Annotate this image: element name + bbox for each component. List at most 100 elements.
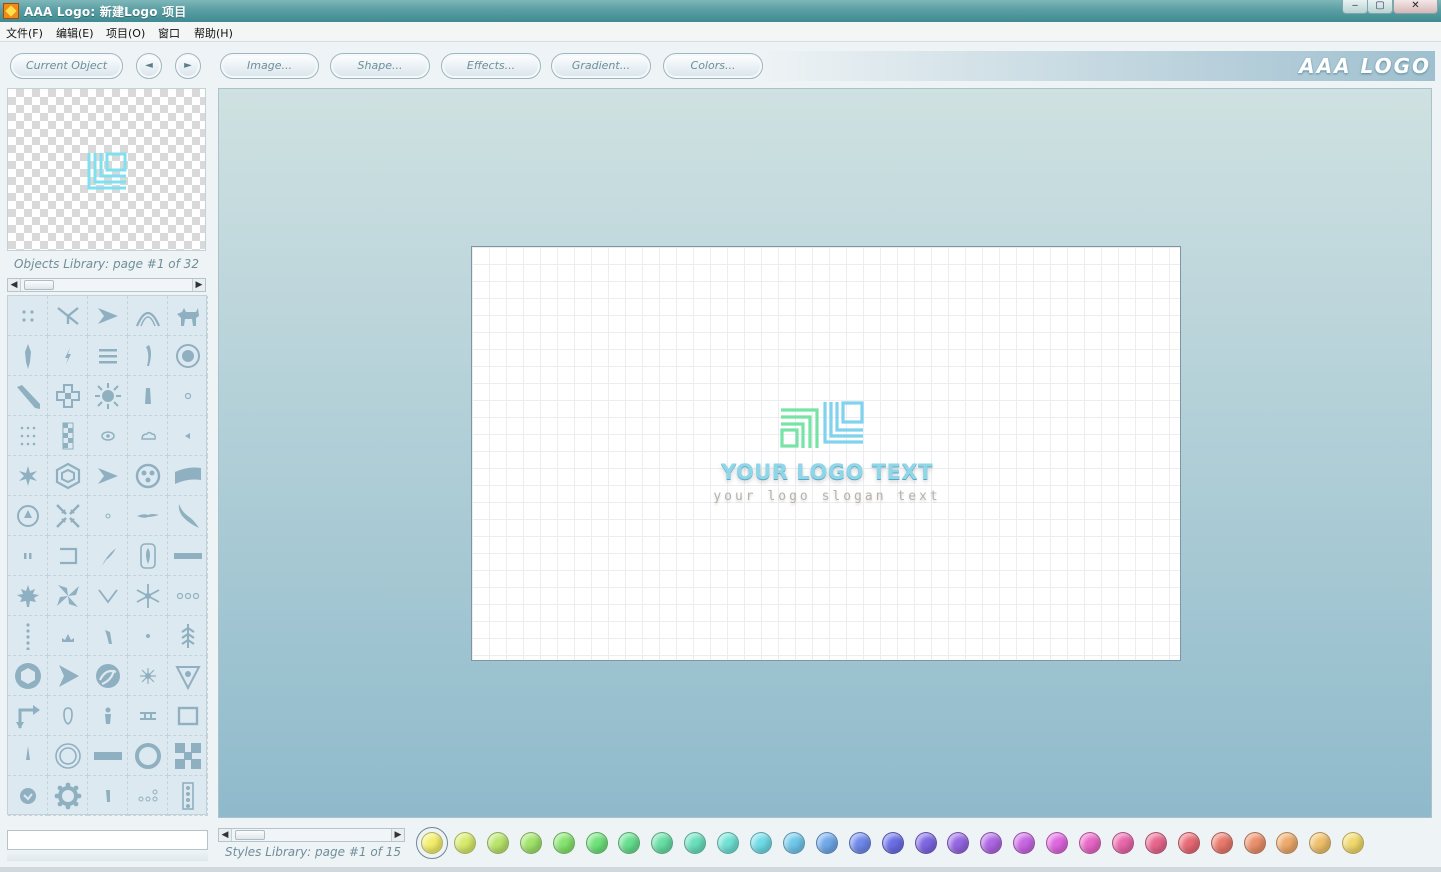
style-swatch[interactable] (1046, 832, 1069, 854)
library-object-cell[interactable] (8, 776, 48, 816)
object-name-input[interactable] (7, 830, 208, 850)
style-swatch[interactable] (1243, 832, 1266, 854)
library-object-cell[interactable] (88, 696, 128, 736)
library-object-cell[interactable] (8, 536, 48, 576)
library-object-cell[interactable] (88, 456, 128, 496)
library-object-cell[interactable] (48, 296, 88, 336)
scroll-thumb[interactable] (24, 280, 54, 290)
style-swatch[interactable] (1342, 832, 1365, 854)
library-object-cell[interactable] (88, 736, 128, 776)
styles-library-scrollbar[interactable]: ◀ ▶ (218, 828, 405, 842)
style-swatch[interactable] (486, 832, 509, 854)
library-object-cell[interactable] (88, 296, 128, 336)
library-object-cell[interactable] (168, 576, 208, 616)
library-object-cell[interactable] (8, 496, 48, 536)
library-object-cell[interactable] (8, 336, 48, 376)
style-swatch[interactable] (1276, 832, 1299, 854)
maximize-button[interactable]: ▢ (1367, 0, 1393, 14)
library-object-cell[interactable] (88, 776, 128, 816)
library-object-cell[interactable] (168, 736, 208, 776)
style-swatch[interactable] (453, 832, 476, 854)
current-object-button[interactable]: Current Object (10, 53, 123, 79)
library-object-cell[interactable] (88, 616, 128, 656)
next-object-button[interactable]: ► (175, 53, 201, 79)
library-object-cell[interactable] (48, 656, 88, 696)
library-object-cell[interactable] (128, 736, 168, 776)
library-object-cell[interactable] (88, 336, 128, 376)
style-swatch[interactable] (980, 832, 1003, 854)
logo-canvas[interactable]: YOUR LOGO TEXT your logo slogan text (471, 246, 1181, 661)
logo-mark-icon[interactable] (779, 400, 865, 450)
close-button[interactable]: ✕ (1393, 0, 1438, 14)
library-object-cell[interactable] (48, 416, 88, 456)
minimize-button[interactable]: ‒ (1342, 0, 1368, 14)
library-object-cell[interactable] (128, 616, 168, 656)
style-swatch[interactable] (1013, 832, 1036, 854)
library-object-cell[interactable] (48, 496, 88, 536)
library-object-cell[interactable] (168, 776, 208, 816)
style-swatch[interactable] (519, 832, 542, 854)
library-object-cell[interactable] (168, 616, 208, 656)
library-object-cell[interactable] (128, 656, 168, 696)
library-object-cell[interactable] (88, 496, 128, 536)
style-swatch[interactable] (552, 832, 575, 854)
library-object-cell[interactable] (168, 656, 208, 696)
scroll-thumb[interactable] (235, 830, 265, 840)
library-object-cell[interactable] (48, 456, 88, 496)
scroll-left-icon[interactable]: ◀ (219, 829, 232, 841)
library-object-cell[interactable] (88, 416, 128, 456)
style-swatch[interactable] (1309, 832, 1332, 854)
scroll-left-icon[interactable]: ◀ (8, 279, 21, 291)
library-object-cell[interactable] (88, 656, 128, 696)
library-object-cell[interactable] (8, 696, 48, 736)
scroll-right-icon[interactable]: ▶ (391, 829, 404, 841)
library-object-cell[interactable] (48, 776, 88, 816)
library-object-cell[interactable] (8, 416, 48, 456)
menu-window[interactable]: 窗口 (158, 25, 180, 41)
colors-button[interactable]: Colors... (663, 53, 763, 79)
style-swatch[interactable] (815, 832, 838, 854)
menu-project[interactable]: 项目(O) (106, 25, 145, 41)
style-swatch[interactable] (618, 832, 641, 854)
library-object-cell[interactable] (48, 616, 88, 656)
library-object-cell[interactable] (128, 496, 168, 536)
style-swatch[interactable] (914, 832, 937, 854)
library-object-cell[interactable] (168, 296, 208, 336)
shape-button[interactable]: Shape... (330, 53, 430, 79)
library-object-cell[interactable] (128, 536, 168, 576)
menu-file[interactable]: 文件(F) (6, 25, 43, 41)
library-object-cell[interactable] (48, 576, 88, 616)
library-object-cell[interactable] (88, 536, 128, 576)
library-object-cell[interactable] (48, 736, 88, 776)
effects-button[interactable]: Effects... (441, 53, 541, 79)
library-object-cell[interactable] (168, 376, 208, 416)
library-object-cell[interactable] (128, 576, 168, 616)
library-object-cell[interactable] (48, 376, 88, 416)
library-object-cell[interactable] (48, 536, 88, 576)
style-swatch[interactable] (1079, 832, 1101, 854)
style-swatch[interactable] (717, 832, 740, 854)
style-swatch[interactable] (651, 832, 674, 854)
library-object-cell[interactable] (128, 336, 168, 376)
object-preview[interactable] (7, 88, 206, 251)
library-object-cell[interactable] (48, 336, 88, 376)
library-object-cell[interactable] (168, 696, 208, 736)
library-object-cell[interactable] (88, 376, 128, 416)
logo-slogan[interactable]: your logo slogan text (472, 489, 1182, 504)
library-object-cell[interactable] (8, 456, 48, 496)
style-swatch[interactable] (416, 827, 448, 859)
style-swatch[interactable] (585, 832, 608, 854)
image-button[interactable]: Image... (220, 53, 319, 79)
objects-library-scrollbar[interactable]: ◀ ▶ (7, 278, 206, 292)
library-object-cell[interactable] (8, 616, 48, 656)
library-object-cell[interactable] (168, 336, 208, 376)
library-object-cell[interactable] (88, 576, 128, 616)
library-object-cell[interactable] (8, 376, 48, 416)
menu-edit[interactable]: 编辑(E) (56, 25, 94, 41)
library-object-cell[interactable] (128, 776, 168, 816)
style-swatch[interactable] (684, 832, 707, 854)
library-object-cell[interactable] (128, 696, 168, 736)
library-object-cell[interactable] (8, 296, 48, 336)
library-object-cell[interactable] (8, 576, 48, 616)
library-object-cell[interactable] (48, 696, 88, 736)
